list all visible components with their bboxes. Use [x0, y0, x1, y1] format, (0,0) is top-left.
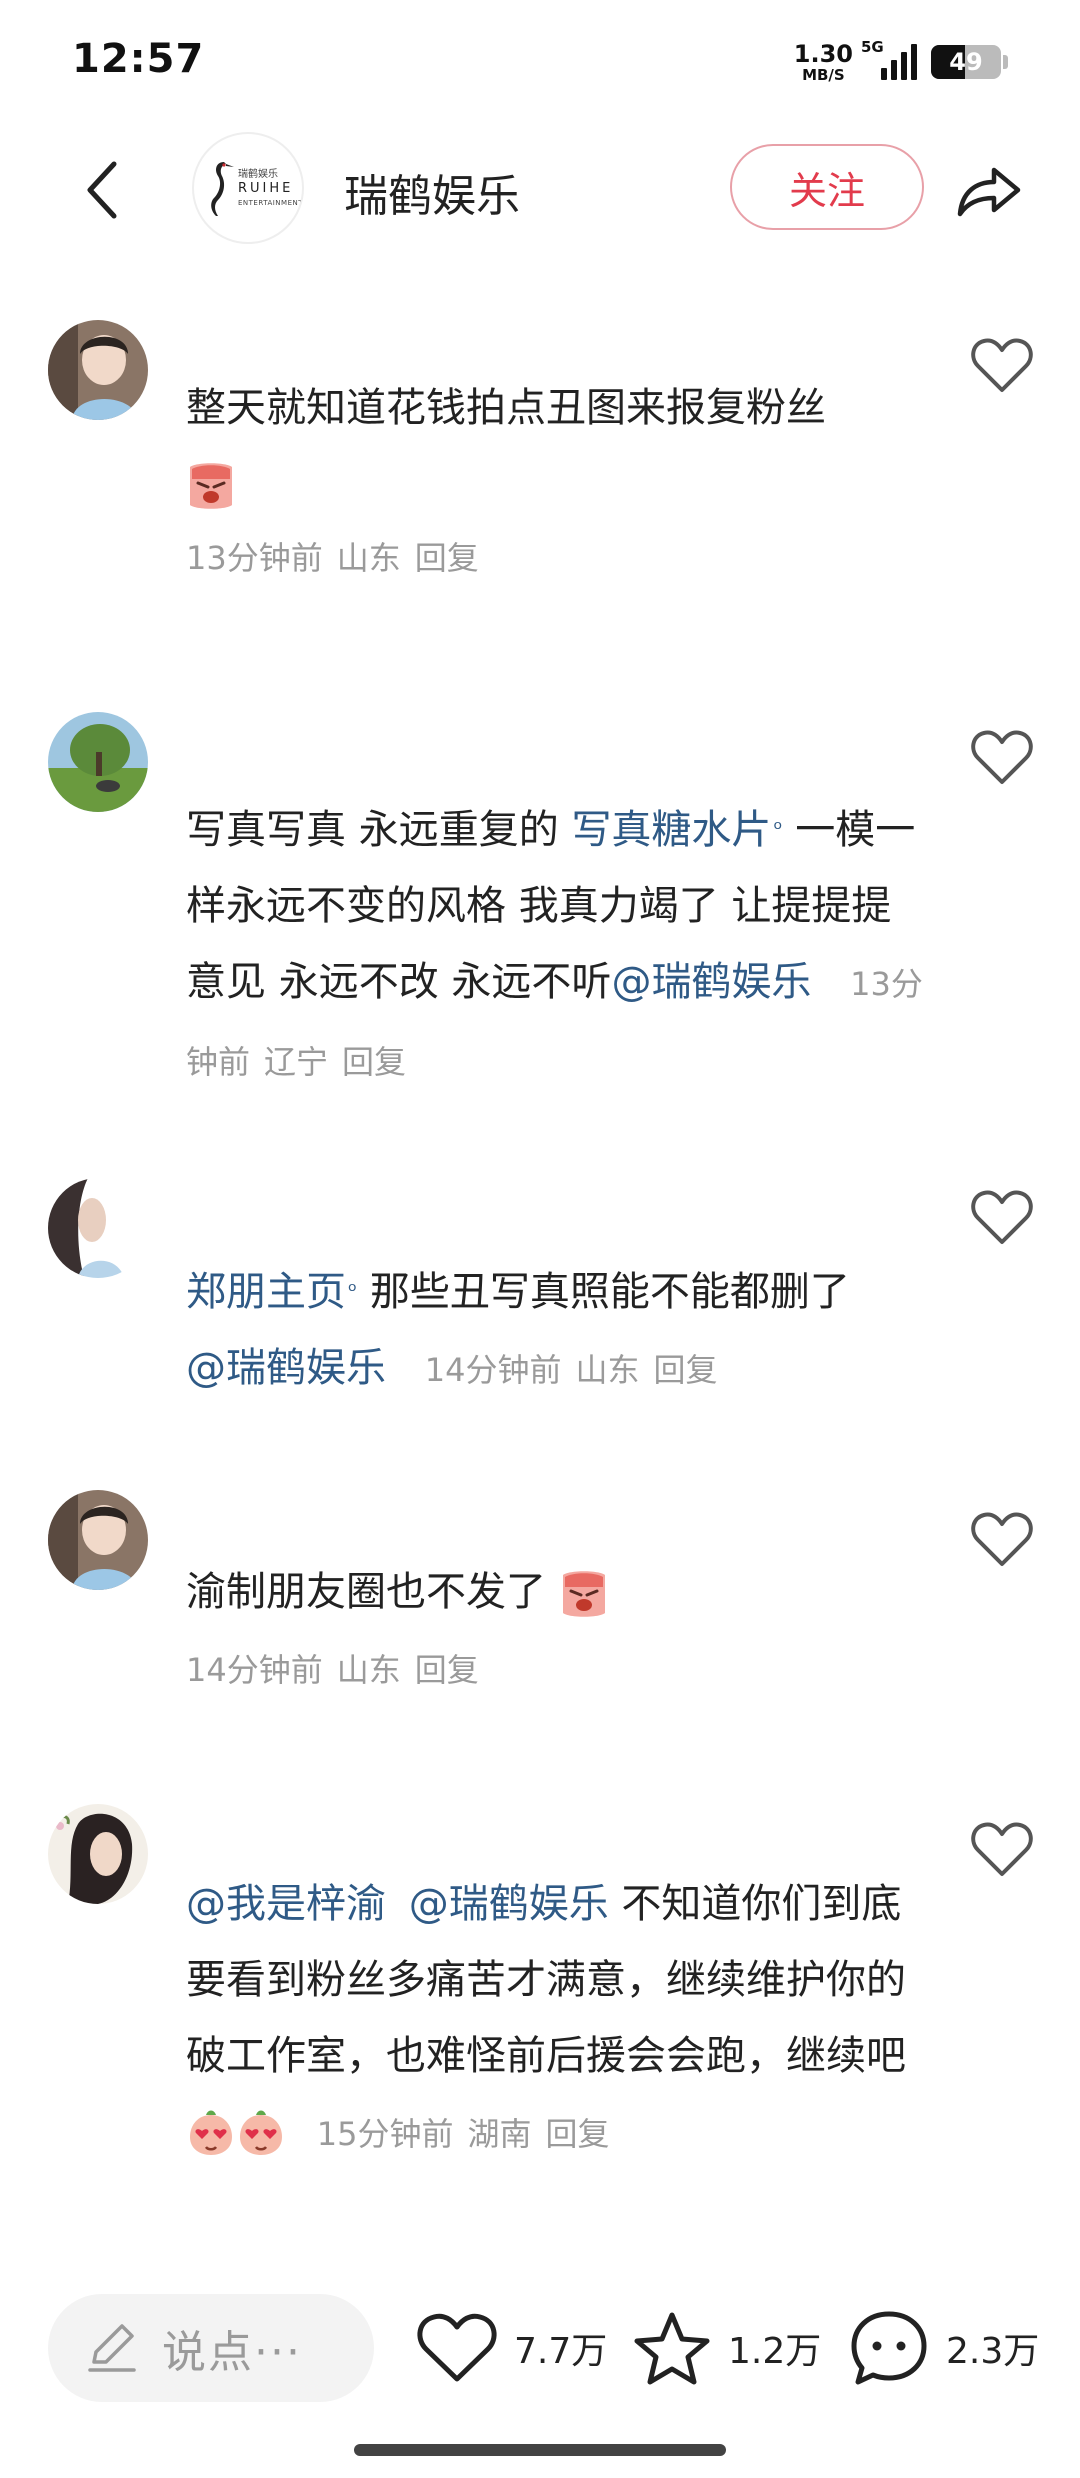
follow-button[interactable]: 关注 [730, 144, 924, 230]
comment-time: 14分钟前 [186, 1651, 323, 1689]
battery-icon: 49 [931, 45, 1001, 79]
status-time: 12:57 [72, 36, 205, 82]
comment-time: 14分钟前 [424, 1351, 562, 1389]
comment-like-icon[interactable] [970, 1820, 1034, 1878]
like-button[interactable]: 7.7万 [416, 2308, 607, 2388]
battery-tip [1003, 55, 1008, 69]
comment-time: 15分钟前 [316, 2115, 454, 2153]
heart-eyes-emoji-icon [190, 2110, 232, 2155]
mention-link[interactable]: @瑞鹤娱乐 [186, 1345, 386, 1391]
reply-button[interactable]: 回复 [415, 1651, 479, 1689]
comment-content: @我是梓渝 @瑞鹤娱乐 不知道你们到底要看到粉丝多痛苦才满意，继续维护你的破工作… [186, 1866, 926, 2172]
comment-location: 山东 [575, 1351, 640, 1389]
star-icon [634, 2312, 710, 2385]
mention-link[interactable]: @瑞鹤娱乐 [409, 1881, 609, 1927]
comment-input[interactable]: 说点··· [48, 2294, 374, 2402]
search-small-icon: ᵒ [773, 817, 783, 842]
battery-level: 49 [949, 48, 983, 76]
search-small-icon: ᵒ [348, 1279, 358, 1304]
comment-content: 渝制朋友圈也不发了 14分钟前 山东 回复 [186, 1554, 926, 1710]
comment-text: 写真写真 永远重复的 [186, 807, 572, 853]
comment-text: 那些丑写真照能不能都删了 [357, 1269, 850, 1315]
bottom-action-bar: 说点··· 7.7万 1.2万 2.3万 [0, 2290, 1080, 2410]
comment-text: 整天就知道花钱拍点丑图来报复粉丝 [186, 385, 826, 431]
comment-location: 山东 [336, 539, 401, 577]
heart-eyes-emoji-icon [240, 2110, 282, 2155]
mention-link[interactable]: @我是梓渝 [186, 1881, 386, 1927]
favorite-button[interactable]: 1.2万 [632, 2308, 821, 2388]
heart-icon [417, 2313, 497, 2382]
share-arrow-icon [957, 167, 1021, 217]
crane-logo-icon [211, 162, 234, 216]
status-bar: 12:57 1.30 MB/S 5G 49 [0, 0, 1080, 120]
comment-count: 2.3万 [946, 2331, 1040, 2372]
comment-location: 辽宁 [264, 1043, 329, 1081]
reply-button[interactable]: 回复 [653, 1351, 717, 1389]
reply-button[interactable]: 回复 [342, 1043, 406, 1081]
network-speed: 1.30 MB/S [794, 42, 853, 83]
angry-face-emoji-icon [190, 463, 232, 509]
comment-meta: 14分钟前 山东 回复 [425, 1351, 732, 1389]
comment-location: 湖南 [467, 2115, 532, 2153]
comment-meta: 13分钟前 山东 回复 [186, 522, 926, 594]
comment-like-icon[interactable] [970, 728, 1034, 786]
account-logo[interactable]: 瑞鹤娱乐 RUIHE ENTERTAINMENT [192, 132, 304, 244]
mention-link[interactable]: @瑞鹤娱乐 [611, 959, 811, 1005]
avatar[interactable] [48, 1490, 148, 1590]
avatar[interactable] [48, 1178, 148, 1278]
angry-face-emoji-icon [562, 1571, 605, 1617]
comment-bubble-icon [851, 2311, 927, 2385]
comment-button[interactable]: 2.3万 [848, 2308, 1039, 2388]
account-name[interactable]: 瑞鹤娱乐 [344, 160, 520, 224]
logo-text-ruihe: RUIHE [238, 181, 294, 196]
back-button[interactable] [70, 158, 134, 222]
search-keyword-link[interactable]: 郑朋主页 [186, 1269, 346, 1315]
home-indicator[interactable] [354, 2444, 726, 2456]
logo-text-entertainment: ENTERTAINMENT [238, 199, 304, 207]
network-speed-value: 1.30 [793, 39, 853, 68]
reply-button[interactable]: 回复 [415, 539, 479, 577]
network-type-label: 5G [861, 38, 884, 56]
favorite-count: 1.2万 [728, 2331, 822, 2372]
comment-like-icon[interactable] [970, 1510, 1034, 1568]
avatar[interactable] [48, 712, 148, 812]
pencil-icon [88, 2324, 136, 2372]
comment-meta: 14分钟前 山东 回复 [186, 1630, 926, 1710]
avatar[interactable] [48, 320, 148, 420]
chevron-left-icon [87, 161, 117, 219]
logo-text: 瑞鹤娱乐 RUIHE ENTERTAINMENT [238, 168, 304, 210]
comment-input-placeholder: 说点··· [162, 2327, 302, 2378]
comment-emoji-line [186, 446, 926, 522]
comment-text: 渝制朋友圈也不发了 [186, 1569, 546, 1615]
share-button[interactable] [952, 154, 1024, 226]
search-keyword-link[interactable]: 写真糖水片 [571, 807, 771, 853]
logo-text-chinese: 瑞鹤娱乐 [238, 169, 278, 180]
avatar[interactable] [48, 1804, 148, 1904]
comment-line: 渝制朋友圈也不发了 [186, 1554, 926, 1630]
reply-button[interactable]: 回复 [545, 2115, 609, 2153]
comment-content: 写真写真 永远重复的 写真糖水片ᵒ 一模一样永远不变的风格 我真力竭了 让提提提… [186, 792, 926, 1100]
comment-like-icon[interactable] [970, 336, 1034, 394]
comment-content: 整天就知道花钱拍点丑图来报复粉丝 13分钟前 山东 回复 [186, 370, 926, 594]
comment-like-icon[interactable] [970, 1188, 1034, 1246]
comment-location: 山东 [336, 1651, 401, 1689]
status-icons: 1.30 MB/S 5G 49 [794, 38, 1008, 84]
network-speed-unit: MB/S [802, 65, 845, 84]
comment-time: 13分钟前 [186, 539, 323, 577]
comment-content: 郑朋主页ᵒ 那些丑写真照能不能都删了 @瑞鹤娱乐 14分钟前 山东 回复 [186, 1254, 926, 1408]
signal-icon: 5G [861, 38, 917, 80]
profile-header: 瑞鹤娱乐 RUIHE ENTERTAINMENT 瑞鹤娱乐 关注 [0, 130, 1080, 250]
like-count: 7.7万 [514, 2331, 608, 2372]
comment-meta: 15分钟前 湖南 回复 [317, 2115, 624, 2153]
